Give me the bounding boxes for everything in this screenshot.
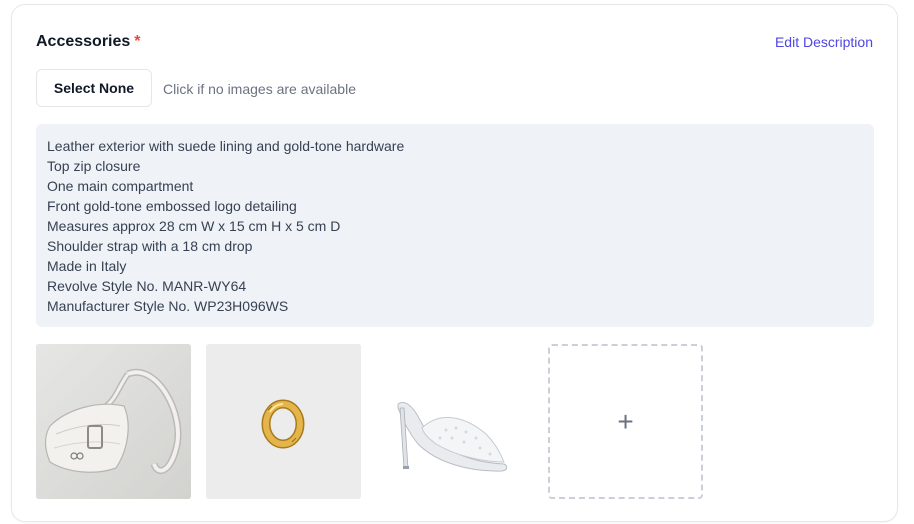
add-image-tile[interactable]: +: [548, 344, 703, 499]
description-line: One main compartment: [47, 178, 194, 194]
description-line: Made in Italy: [47, 258, 127, 274]
edit-description-link[interactable]: Edit Description: [775, 34, 873, 50]
description-line: Manufacturer Style No. WP23H096WS: [47, 298, 289, 314]
description-line: Measures approx 28 cm W x 15 cm H x 5 cm…: [47, 218, 341, 234]
section-header: Accessories *: [36, 33, 141, 51]
section-title: Accessories: [36, 33, 131, 50]
plus-icon: +: [617, 405, 634, 437]
shoe-image[interactable]: [376, 344, 531, 499]
no-images-hint: Click if no images are available: [163, 81, 356, 97]
select-none-button[interactable]: Select None: [36, 69, 152, 107]
earring-image[interactable]: [206, 344, 361, 499]
description-line: Shoulder strap with a 18 cm drop: [47, 238, 253, 254]
shoulder-bag-icon: [36, 344, 191, 499]
description-line: Front gold-tone embossed logo detailing: [47, 198, 297, 214]
description-line: Top zip closure: [47, 158, 141, 174]
handbag-image[interactable]: [36, 344, 191, 499]
accessories-card: Accessories * Edit Description Select No…: [11, 4, 898, 522]
required-marker: *: [134, 33, 141, 50]
heeled-mule-icon: [376, 344, 531, 499]
description-line: Leather exterior with suede lining and g…: [47, 138, 405, 154]
description-line: Revolve Style No. MANR-WY64: [47, 278, 247, 294]
hoop-earring-icon: [206, 344, 361, 499]
description-box: Leather exterior with suede lining and g…: [36, 124, 874, 327]
